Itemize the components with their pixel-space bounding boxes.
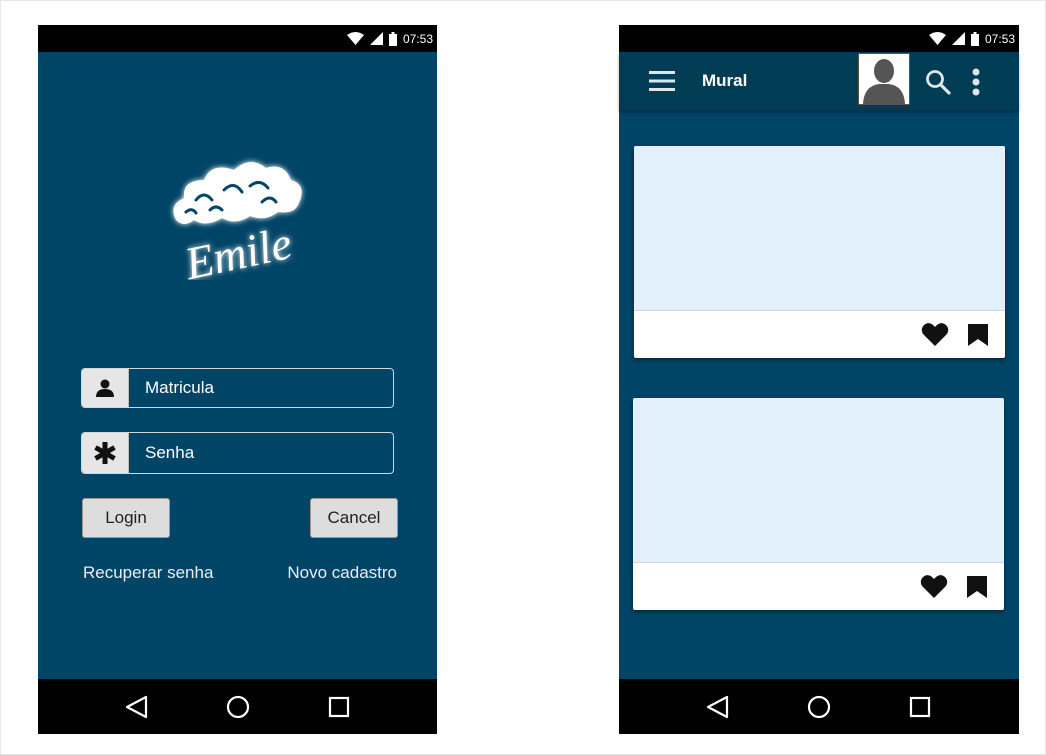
- status-bar: 07:53: [38, 25, 437, 52]
- heart-icon[interactable]: [921, 322, 949, 347]
- navigation-bar: [619, 679, 1019, 734]
- back-icon[interactable]: [701, 690, 735, 724]
- back-icon[interactable]: [120, 690, 154, 724]
- user-icon: [82, 369, 129, 407]
- recover-password-link[interactable]: Recuperar senha: [83, 563, 213, 583]
- password-input[interactable]: Senha: [129, 433, 393, 473]
- login-screen: 07:53 Emile Matricula Senha Login Cancel…: [38, 25, 437, 734]
- post-actions: [634, 311, 1005, 358]
- app-bar: Mural: [619, 52, 1019, 110]
- status-time: 07:53: [402, 31, 433, 46]
- signal-icon: [951, 32, 965, 45]
- logo-text: Emile: [179, 217, 296, 280]
- heart-icon[interactable]: [920, 574, 948, 599]
- status-time: 07:53: [984, 31, 1015, 46]
- username-input[interactable]: Matricula: [129, 369, 393, 407]
- search-icon[interactable]: [925, 69, 951, 95]
- wifi-icon: [928, 32, 946, 45]
- avatar-silhouette-icon: [859, 54, 909, 104]
- signal-icon: [369, 32, 383, 45]
- post-card[interactable]: [634, 146, 1005, 358]
- page-title: Mural: [702, 71, 748, 90]
- recents-icon[interactable]: [903, 690, 937, 724]
- recents-icon[interactable]: [322, 690, 356, 724]
- asterisk-icon: [82, 433, 129, 473]
- battery-icon: [388, 31, 397, 46]
- wifi-icon: [346, 32, 364, 45]
- signup-link[interactable]: Novo cadastro: [287, 563, 397, 583]
- menu-icon[interactable]: [649, 70, 675, 92]
- post-actions: [633, 563, 1004, 610]
- battery-icon: [970, 31, 979, 46]
- more-options-icon[interactable]: [969, 68, 983, 96]
- avatar[interactable]: [858, 53, 910, 105]
- home-icon[interactable]: [221, 690, 255, 724]
- post-media[interactable]: [634, 146, 1005, 311]
- post-media[interactable]: [633, 398, 1004, 563]
- mural-screen: 07:53 Mural: [619, 25, 1019, 734]
- post-card[interactable]: [633, 398, 1004, 610]
- emile-logo: Emile: [173, 161, 302, 280]
- username-field[interactable]: Matricula: [81, 368, 394, 408]
- login-button[interactable]: Login: [82, 498, 170, 538]
- bookmark-icon[interactable]: [967, 323, 989, 347]
- status-bar: 07:53: [619, 25, 1019, 52]
- home-icon[interactable]: [802, 690, 836, 724]
- cancel-button[interactable]: Cancel: [310, 498, 398, 538]
- password-field[interactable]: Senha: [81, 432, 394, 474]
- navigation-bar: [38, 679, 437, 734]
- bookmark-icon[interactable]: [966, 575, 988, 599]
